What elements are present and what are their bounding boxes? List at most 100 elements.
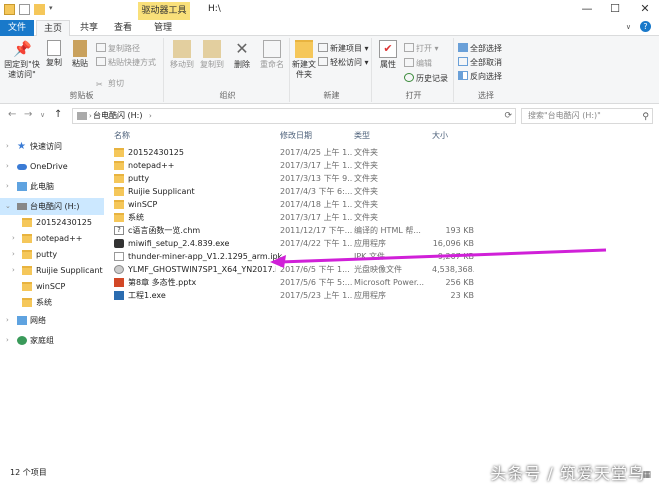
sidebar-folder-item[interactable]: › putty xyxy=(0,246,104,263)
disc-image-icon xyxy=(114,265,124,274)
column-date[interactable]: 修改日期 xyxy=(280,130,312,141)
drive-tools-context-tab[interactable]: 驱动器工具 xyxy=(138,2,190,20)
expand-arrow-icon[interactable]: › xyxy=(12,230,15,247)
history-icon xyxy=(404,73,414,82)
clipboard-icon xyxy=(73,40,87,57)
expand-arrow-icon[interactable]: › xyxy=(12,262,15,279)
folder-icon xyxy=(22,282,32,291)
table-row[interactable]: ? c语言函数一览.chm 2011/12/17 下午... 编译的 HTML 帮..… xyxy=(106,224,659,237)
select-all-button[interactable]: 全部选择 xyxy=(458,43,502,54)
tab-manage[interactable]: 管理 xyxy=(144,20,182,36)
select-group: 全部选择 全部取消 反向选择 选择 xyxy=(456,38,516,102)
table-row[interactable]: putty 2017/3/13 下午 9... 文件夹 xyxy=(106,172,659,185)
refresh-icon[interactable]: ⟳ xyxy=(504,109,512,123)
column-header: 名称 修改日期 类型 大小 xyxy=(106,128,659,144)
quick-access-toolbar: ▾ xyxy=(4,4,57,15)
expand-arrow-icon[interactable]: › xyxy=(6,178,9,195)
close-button[interactable]: ✕ xyxy=(631,0,659,20)
maximize-button[interactable]: ☐ xyxy=(601,0,629,20)
recent-chevron-icon[interactable]: ∨ xyxy=(40,111,45,119)
expand-arrow-icon[interactable]: › xyxy=(12,246,15,263)
table-row[interactable]: 工程1.exe 2017/5/23 上午 1... 应用程序 23 KB xyxy=(106,289,659,302)
properties-button[interactable]: ✔ 属性 xyxy=(376,40,400,70)
delete-button[interactable]: ✕ 删除 xyxy=(228,40,256,70)
invert-selection-button[interactable]: 反向选择 xyxy=(458,71,502,82)
sidebar-item-homegroup[interactable]: › 家庭组 xyxy=(0,332,104,349)
help-icon[interactable]: ? xyxy=(640,21,651,32)
paste-shortcut-button[interactable]: 粘贴快捷方式 xyxy=(96,57,156,68)
select-all-icon xyxy=(458,43,468,52)
application-icon xyxy=(114,291,124,300)
pin-quick-access-button[interactable]: 📌 固定到"快速访问" xyxy=(2,40,42,80)
expand-arrow-icon[interactable]: › xyxy=(6,332,9,349)
search-icon: ⚲ xyxy=(642,112,649,122)
sidebar-folder-item[interactable]: › Ruijie Supplicant xyxy=(0,262,104,279)
easy-access-button[interactable]: 轻松访问 ▾ xyxy=(318,57,369,68)
history-button[interactable]: 历史记录 xyxy=(404,73,448,84)
expand-arrow-icon[interactable]: › xyxy=(6,138,9,155)
chevron-down-icon[interactable]: ▾ xyxy=(49,4,57,15)
table-row[interactable]: 第8章 多态性.pptx 2017/5/6 下午 5:... Microsoft P… xyxy=(106,276,659,289)
table-row[interactable]: notepad++ 2017/3/17 上午 1... 文件夹 xyxy=(106,159,659,172)
sidebar-item-this-pc[interactable]: › 此电脑 xyxy=(0,178,104,195)
table-row[interactable]: YLMF_GHOSTWIN7SP1_X64_YN2017.i... 2017/6/… xyxy=(106,263,659,276)
sidebar-item-quick-access[interactable]: › ★ 快速访问 xyxy=(0,138,104,155)
sidebar-folder-item[interactable]: winSCP xyxy=(0,278,104,295)
copy-button[interactable]: 复制 xyxy=(42,40,66,68)
table-row[interactable]: winSCP 2017/4/18 上午 1... 文件夹 xyxy=(106,198,659,211)
column-type[interactable]: 类型 xyxy=(354,130,370,141)
open-group: ✔ 属性 打开 ▾ 编辑 历史记录 打开 xyxy=(374,38,454,102)
paste-shortcut-icon xyxy=(96,57,106,66)
table-row[interactable]: 系统 2017/3/17 上午 1... 文件夹 xyxy=(106,211,659,224)
sidebar-item-drive[interactable]: ⌄ 台电酷闪 (H:) xyxy=(0,198,104,215)
properties-qa-icon[interactable] xyxy=(19,4,30,15)
search-placeholder: 搜索"台电酷闪 (H:)" xyxy=(528,111,601,120)
paste-button[interactable]: 粘贴 xyxy=(68,40,92,69)
ribbon: 📌 固定到"快速访问" 复制 粘贴 复制路径 粘贴快捷方式 ✂ 剪切 剪贴板 移动… xyxy=(0,36,659,104)
copy-to-button[interactable]: 复制到 xyxy=(198,40,226,70)
new-item-button[interactable]: 新建项目 ▾ xyxy=(318,43,369,54)
sidebar-item-onedrive[interactable]: › OneDrive xyxy=(0,158,104,175)
sidebar-folder-item[interactable]: 系统 xyxy=(0,294,104,311)
column-size[interactable]: 大小 xyxy=(432,130,448,141)
table-row[interactable]: 20152430125 2017/4/25 上午 1... 文件夹 xyxy=(106,146,659,159)
cut-button[interactable]: ✂ 剪切 xyxy=(96,78,124,89)
expand-arrow-icon[interactable]: › xyxy=(6,312,9,329)
minimize-button[interactable]: — xyxy=(573,0,601,20)
back-arrow-icon[interactable]: ← xyxy=(8,109,16,120)
copy-path-icon xyxy=(96,43,106,52)
edit-button[interactable]: 编辑 xyxy=(404,58,432,69)
open-button[interactable]: 打开 ▾ xyxy=(404,43,439,54)
forward-arrow-icon[interactable]: → xyxy=(24,109,32,120)
new-folder-button[interactable]: 新建文件夹 xyxy=(292,40,316,80)
column-name[interactable]: 名称 xyxy=(114,130,130,141)
rename-button[interactable]: 重命名 xyxy=(258,40,286,70)
up-arrow-icon[interactable]: ↑ xyxy=(54,109,62,120)
copy-path-button[interactable]: 复制路径 xyxy=(96,43,140,54)
sidebar-folder-item[interactable]: 20152430125 xyxy=(0,214,104,231)
powerpoint-icon xyxy=(114,278,124,287)
tab-view[interactable]: 查看 xyxy=(108,20,138,36)
folder-icon xyxy=(114,187,124,196)
new-folder-qa-icon[interactable] xyxy=(34,4,45,15)
folder-icon xyxy=(22,234,32,243)
tab-home[interactable]: 主页 xyxy=(36,20,70,36)
sidebar-item-network[interactable]: › 网络 xyxy=(0,312,104,329)
breadcrumb-drive[interactable]: 台电酷闪 (H:) xyxy=(93,111,143,120)
tab-file[interactable]: 文件 xyxy=(0,20,34,36)
table-row[interactable]: miwifi_setup_2.4.839.exe 2017/4/22 下午 1..… xyxy=(106,237,659,250)
new-group-label: 新建 xyxy=(323,91,340,100)
search-input[interactable]: 搜索"台电酷闪 (H:)" ⚲ xyxy=(521,108,653,124)
table-row[interactable]: thunder-miner-app_V1.2.1295_arm.ipk IPK 文… xyxy=(106,250,659,263)
expand-arrow-icon[interactable]: ⌄ xyxy=(5,198,11,215)
address-bar[interactable]: › 台电酷闪 (H:) › ⟳ xyxy=(72,108,516,124)
select-none-button[interactable]: 全部取消 xyxy=(458,57,502,68)
expand-arrow-icon[interactable]: › xyxy=(6,158,9,175)
move-to-button[interactable]: 移动到 xyxy=(168,40,196,70)
table-row[interactable]: Ruijie Supplicant 2017/4/3 下午 6:... 文件夹 xyxy=(106,185,659,198)
tab-share[interactable]: 共享 xyxy=(72,20,106,36)
sidebar-folder-item[interactable]: › notepad++ xyxy=(0,230,104,247)
breadcrumb-separator-icon: › xyxy=(89,112,92,120)
chevron-down-icon[interactable]: ∨ xyxy=(626,23,631,31)
clipboard-group-label: 剪贴板 xyxy=(69,91,94,100)
